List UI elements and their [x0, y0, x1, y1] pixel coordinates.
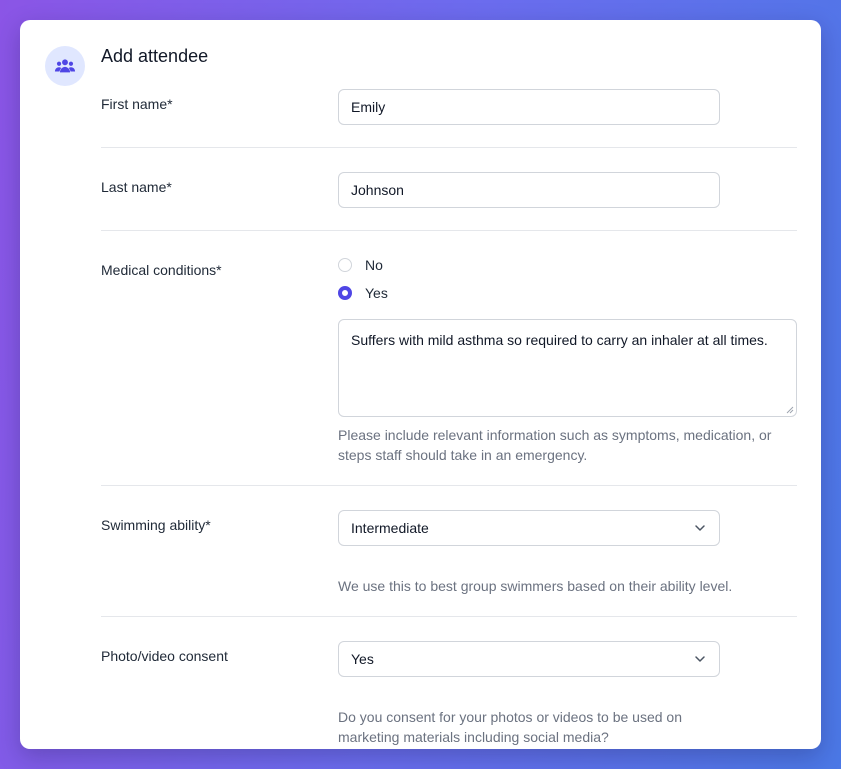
last-name-input[interactable]: Johnson	[338, 172, 720, 208]
radio-yes-label: Yes	[365, 285, 388, 301]
users-group-icon	[45, 46, 85, 86]
divider	[101, 616, 797, 617]
medical-help-text: Please include relevant information such…	[338, 427, 772, 463]
consent-help-text: Do you consent for your photos or videos…	[338, 709, 682, 745]
last-name-label: Last name*	[101, 179, 172, 195]
first-name-label: First name*	[101, 96, 173, 112]
medical-conditions-label: Medical conditions*	[101, 262, 222, 278]
add-attendee-card: Add attendee First name* Emily Last name…	[20, 20, 821, 749]
divider	[101, 485, 797, 486]
first-name-row: First name* Emily	[101, 87, 797, 147]
medical-details-textarea[interactable]: Suffers with mild asthma so required to …	[338, 319, 797, 417]
divider	[101, 230, 797, 231]
medical-radio-yes[interactable]: Yes	[338, 285, 388, 301]
consent-row: Photo/video consent Yes Do you consent f…	[101, 639, 797, 749]
chevron-down-icon	[695, 525, 705, 531]
radio-checked[interactable]	[338, 286, 352, 300]
first-name-input[interactable]: Emily	[338, 89, 720, 125]
last-name-row: Last name* Johnson	[101, 170, 797, 230]
swimming-help-text: We use this to best group swimmers based…	[338, 578, 733, 594]
swimming-ability-row: Swimming ability* Intermediate We use th…	[101, 508, 797, 616]
swimming-ability-value: Intermediate	[351, 520, 429, 536]
radio-unchecked[interactable]	[338, 258, 352, 272]
resize-handle-icon[interactable]	[786, 406, 794, 414]
consent-select[interactable]: Yes	[338, 641, 720, 677]
medical-conditions-row: Medical conditions* No Yes Suffers with …	[101, 253, 797, 483]
medical-radio-no[interactable]: No	[338, 257, 383, 273]
swimming-ability-label: Swimming ability*	[101, 517, 211, 533]
radio-no-label: No	[365, 257, 383, 273]
swimming-ability-select[interactable]: Intermediate	[338, 510, 720, 546]
divider	[101, 147, 797, 148]
consent-value: Yes	[351, 651, 374, 667]
consent-label: Photo/video consent	[101, 648, 228, 664]
chevron-down-icon	[695, 656, 705, 662]
page-title: Add attendee	[101, 46, 209, 66]
medical-details-text: Suffers with mild asthma so required to …	[351, 332, 768, 348]
